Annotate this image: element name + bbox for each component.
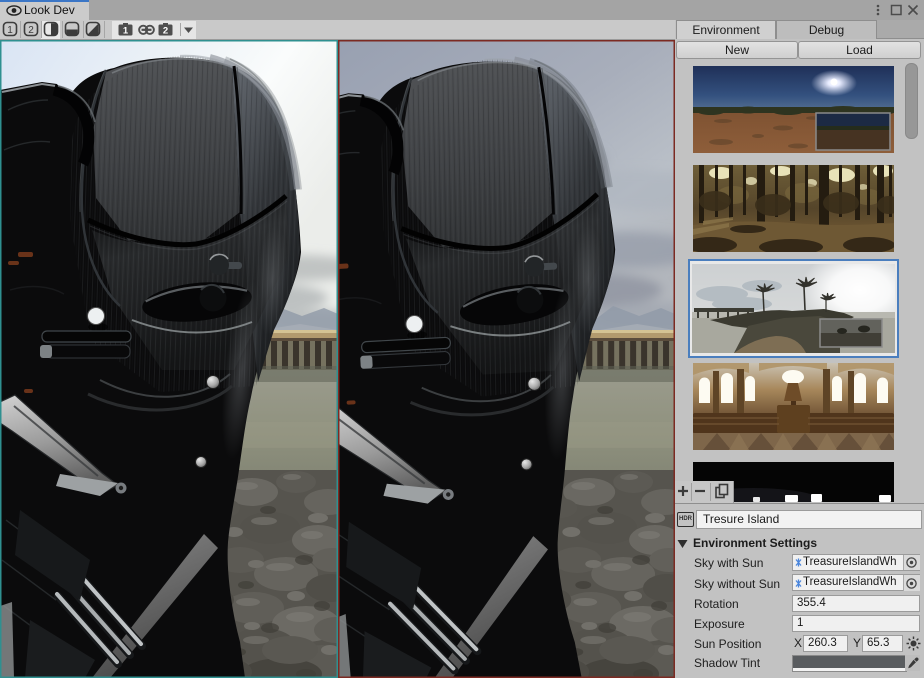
svg-text:2: 2 [163, 26, 168, 37]
svg-text:1: 1 [7, 25, 13, 36]
svg-text:1: 1 [123, 26, 129, 37]
svg-text:2: 2 [28, 25, 34, 36]
